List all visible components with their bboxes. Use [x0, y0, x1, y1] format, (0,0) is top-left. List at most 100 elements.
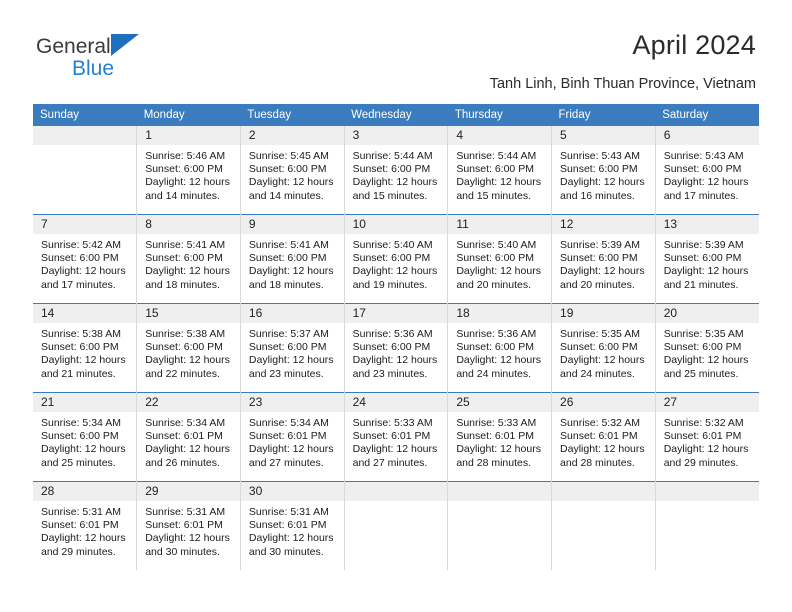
day-info-line: and 30 minutes.	[248, 545, 324, 558]
general-blue-logo: General Blue	[36, 34, 139, 79]
calendar-day-cell[interactable]: 16 Sunrise: 5:37 AM Sunset: 6:00 PM Dayligh…	[240, 303, 345, 393]
calendar-day-cell[interactable]: 20 Sunrise: 5:35 AM Sunset: 6:00 PM Dayligh…	[655, 303, 759, 393]
day-sun-info: Sunrise: 5:36 AM Sunset: 6:00 PM Daylight:…	[448, 323, 551, 381]
day-info-line: Daylight: 12 hours	[41, 532, 126, 545]
calendar-day-cell[interactable]: 29 Sunrise: 5:31 AM Sunset: 6:01 PM Dayligh…	[136, 481, 241, 570]
day-number: 7	[33, 215, 137, 234]
day-sun-info: Sunrise: 5:33 AM Sunset: 6:01 PM Daylight:…	[448, 412, 551, 470]
calendar-day-cell[interactable]: 10 Sunrise: 5:40 AM Sunset: 6:00 PM Dayligh…	[344, 214, 449, 304]
day-number	[655, 482, 759, 501]
day-info-line: and 27 minutes.	[352, 456, 428, 469]
day-info-line: and 29 minutes.	[663, 456, 739, 469]
calendar-week-row: 14 Sunrise: 5:38 AM Sunset: 6:00 PM Dayligh…	[33, 303, 759, 393]
day-info-line: Sunset: 6:00 PM	[560, 163, 638, 176]
calendar-day-cell[interactable]: 7 Sunrise: 5:42 AM Sunset: 6:00 PM Daylight…	[33, 214, 138, 304]
day-info-line: Sunrise: 5:39 AM	[663, 239, 744, 251]
calendar-day-cell[interactable]: 22 Sunrise: 5:34 AM Sunset: 6:01 PM Dayligh…	[136, 392, 241, 482]
day-number: 23	[240, 393, 344, 412]
day-info-line: Sunrise: 5:40 AM	[456, 239, 537, 251]
calendar-day-cell[interactable]: 6 Sunrise: 5:43 AM Sunset: 6:00 PM Daylight…	[655, 126, 759, 215]
calendar-day-cell[interactable]: 15 Sunrise: 5:38 AM Sunset: 6:00 PM Dayligh…	[136, 303, 241, 393]
calendar-week-row: 7 Sunrise: 5:42 AM Sunset: 6:00 PM Daylight…	[33, 214, 759, 304]
calendar-day-cell[interactable]: 1 Sunrise: 5:46 AM Sunset: 6:00 PM Daylight…	[136, 126, 241, 215]
day-info-line: Sunset: 6:01 PM	[145, 519, 223, 532]
day-info-line: Daylight: 12 hours	[456, 176, 541, 189]
day-sun-info: Sunrise: 5:44 AM Sunset: 6:00 PM Daylight:…	[345, 145, 448, 203]
day-info-line: Sunrise: 5:34 AM	[145, 417, 226, 429]
day-sun-info: Sunrise: 5:35 AM Sunset: 6:00 PM Daylight:…	[552, 323, 655, 381]
logo-line-one: General	[36, 34, 139, 57]
day-number: 15	[137, 304, 240, 323]
day-sun-info	[448, 501, 551, 506]
day-info-line: and 21 minutes.	[663, 278, 739, 291]
calendar-day-cell[interactable]: 14 Sunrise: 5:38 AM Sunset: 6:00 PM Dayligh…	[33, 303, 138, 393]
day-info-line: Sunrise: 5:36 AM	[352, 328, 433, 340]
calendar-day-cell[interactable]: 4 Sunrise: 5:44 AM Sunset: 6:00 PM Daylight…	[447, 126, 553, 215]
day-info-line: Sunrise: 5:44 AM	[352, 150, 433, 162]
day-info-line: Sunrise: 5:38 AM	[145, 328, 226, 340]
day-info-line: and 28 minutes.	[560, 456, 635, 469]
calendar-day-cell[interactable]: 9 Sunrise: 5:41 AM Sunset: 6:00 PM Daylight…	[240, 214, 345, 304]
calendar-day-cell[interactable]: 11 Sunrise: 5:40 AM Sunset: 6:00 PM Dayligh…	[447, 214, 553, 304]
day-sun-info: Sunrise: 5:40 AM Sunset: 6:00 PM Daylight:…	[345, 234, 448, 292]
day-sun-info: Sunrise: 5:43 AM Sunset: 6:00 PM Daylight:…	[656, 145, 759, 203]
day-info-line: and 15 minutes.	[456, 189, 532, 202]
calendar-empty-cell	[344, 481, 449, 570]
calendar-day-cell[interactable]: 28 Sunrise: 5:31 AM Sunset: 6:01 PM Dayligh…	[33, 481, 138, 570]
calendar-day-cell[interactable]: 8 Sunrise: 5:41 AM Sunset: 6:00 PM Daylight…	[136, 214, 241, 304]
day-sun-info	[656, 501, 759, 506]
day-number: 28	[33, 482, 137, 501]
calendar-day-cell[interactable]: 23 Sunrise: 5:34 AM Sunset: 6:01 PM Dayligh…	[240, 392, 345, 482]
day-number: 25	[448, 393, 552, 412]
day-info-line: and 18 minutes.	[145, 278, 220, 291]
day-info-line: and 23 minutes.	[352, 367, 428, 380]
calendar-day-cell[interactable]: 18 Sunrise: 5:36 AM Sunset: 6:00 PM Dayligh…	[447, 303, 553, 393]
day-info-line: Sunrise: 5:41 AM	[248, 239, 329, 251]
day-info-line: Daylight: 12 hours	[248, 532, 334, 545]
day-number: 29	[137, 482, 240, 501]
day-info-line: Daylight: 12 hours	[456, 443, 541, 456]
calendar-day-cell[interactable]: 2 Sunrise: 5:45 AM Sunset: 6:00 PM Daylight…	[240, 126, 345, 215]
day-number: 17	[344, 304, 448, 323]
day-sun-info: Sunrise: 5:34 AM Sunset: 6:01 PM Daylight:…	[241, 412, 344, 470]
calendar-day-cell[interactable]: 19 Sunrise: 5:35 AM Sunset: 6:00 PM Dayligh…	[551, 303, 656, 393]
calendar-day-cell[interactable]: 24 Sunrise: 5:33 AM Sunset: 6:01 PM Dayligh…	[344, 392, 449, 482]
day-number: 1	[137, 126, 240, 145]
calendar-day-cell[interactable]: 13 Sunrise: 5:39 AM Sunset: 6:00 PM Dayligh…	[655, 214, 759, 304]
day-info-line: Sunrise: 5:45 AM	[248, 150, 329, 162]
day-sun-info: Sunrise: 5:41 AM Sunset: 6:00 PM Daylight:…	[241, 234, 344, 292]
day-sun-info: Sunrise: 5:33 AM Sunset: 6:01 PM Daylight:…	[345, 412, 448, 470]
day-sun-info: Sunrise: 5:34 AM Sunset: 6:00 PM Daylight:…	[33, 412, 136, 470]
calendar-day-cell[interactable]: 3 Sunrise: 5:44 AM Sunset: 6:00 PM Daylight…	[344, 126, 449, 215]
day-info-line: and 20 minutes.	[456, 278, 532, 291]
calendar-empty-cell	[33, 126, 138, 215]
day-info-line: Daylight: 12 hours	[663, 354, 749, 367]
calendar-day-cell[interactable]: 25 Sunrise: 5:33 AM Sunset: 6:01 PM Dayligh…	[447, 392, 553, 482]
day-info-line: Daylight: 12 hours	[145, 176, 230, 189]
day-info-line: Sunset: 6:00 PM	[663, 163, 742, 176]
day-number: 9	[240, 215, 344, 234]
calendar-day-cell[interactable]: 12 Sunrise: 5:39 AM Sunset: 6:00 PM Dayligh…	[551, 214, 656, 304]
weekday-header-monday: Monday	[136, 104, 241, 126]
day-number: 2	[240, 126, 344, 145]
day-sun-info: Sunrise: 5:40 AM Sunset: 6:00 PM Daylight:…	[448, 234, 551, 292]
day-number: 12	[552, 215, 655, 234]
day-number: 18	[448, 304, 552, 323]
day-info-line: Sunset: 6:01 PM	[352, 430, 431, 443]
day-info-line: Daylight: 12 hours	[248, 265, 334, 278]
day-info-line: Sunrise: 5:43 AM	[560, 150, 640, 162]
calendar-day-cell[interactable]: 5 Sunrise: 5:43 AM Sunset: 6:00 PM Daylight…	[551, 126, 656, 215]
calendar-day-cell[interactable]: 21 Sunrise: 5:34 AM Sunset: 6:00 PM Dayligh…	[33, 392, 138, 482]
calendar-empty-cell	[447, 481, 553, 570]
day-info-line: Sunset: 6:00 PM	[248, 252, 327, 265]
day-info-line: and 26 minutes.	[145, 456, 220, 469]
calendar-day-cell[interactable]: 27 Sunrise: 5:32 AM Sunset: 6:01 PM Dayligh…	[655, 392, 759, 482]
day-info-line: Sunrise: 5:41 AM	[145, 239, 226, 251]
calendar-day-cell[interactable]: 17 Sunrise: 5:36 AM Sunset: 6:00 PM Dayligh…	[344, 303, 449, 393]
calendar-day-cell[interactable]: 30 Sunrise: 5:31 AM Sunset: 6:01 PM Dayligh…	[240, 481, 345, 570]
calendar-day-cell[interactable]: 26 Sunrise: 5:32 AM Sunset: 6:01 PM Dayligh…	[551, 392, 656, 482]
day-sun-info: Sunrise: 5:39 AM Sunset: 6:00 PM Daylight:…	[552, 234, 655, 292]
day-info-line: Daylight: 12 hours	[145, 265, 230, 278]
day-info-line: Sunset: 6:00 PM	[456, 163, 534, 176]
day-info-line: Sunset: 6:01 PM	[663, 430, 742, 443]
